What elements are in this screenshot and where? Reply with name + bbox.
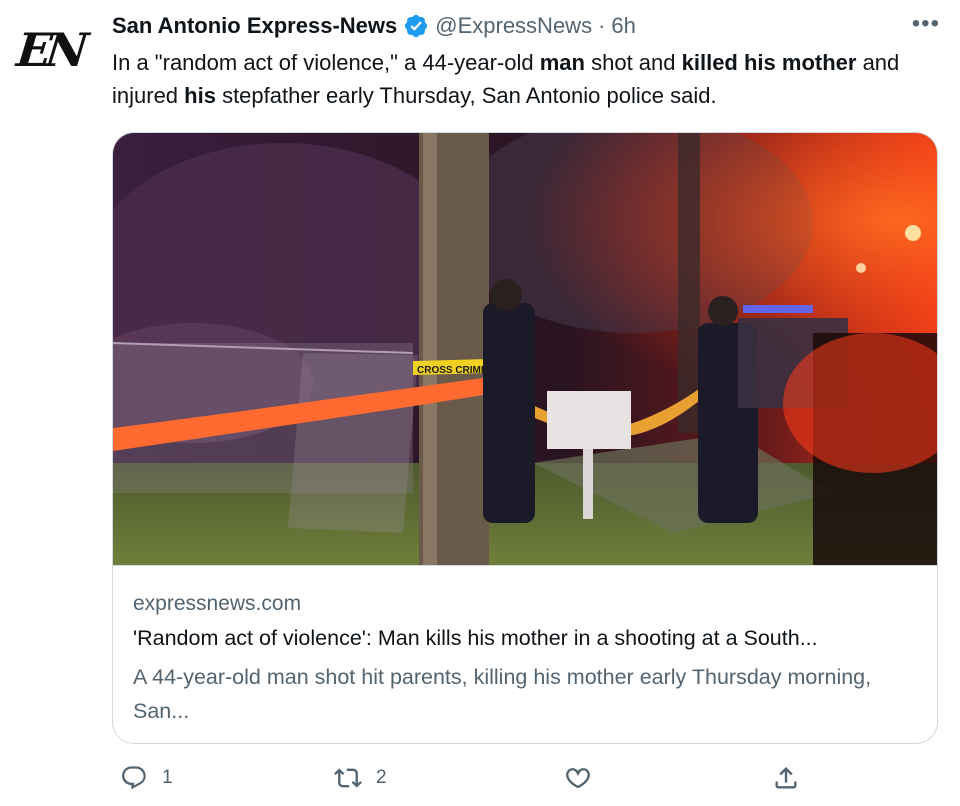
tweet-text-segment: stepfather early Thursday, San Antonio p… [215,83,717,108]
retweet-icon [334,768,362,788]
tweet-text-highlight: man [539,50,585,75]
verified-badge-icon [405,14,428,38]
author-name[interactable]: San Antonio Express-News [112,13,397,39]
share-icon [775,767,797,789]
separator-dot: · [598,13,606,38]
author-avatar[interactable]: EN [14,14,86,86]
tweet-header: San Antonio Express-News @ExpressNews · … [112,10,940,42]
tweet-actions: 1 2 [112,756,812,800]
reply-count: 1 [162,767,173,788]
tweet-text-segment: shot and [584,50,682,75]
tweet-text: In a "random act of violence," a 44-year… [112,46,942,112]
more-horizontal-icon[interactable]: ••• [912,10,940,38]
tweet-text-highlight: his [184,83,216,108]
avatar-logo: EN [14,23,86,77]
card-description: A 44-year-old man shot hit parents, kill… [133,665,872,723]
card-image: CROSS CRIME [113,133,937,565]
share-button[interactable] [772,756,800,800]
retweet-button[interactable]: 2 [334,756,387,800]
tweet-time[interactable]: 6h [611,13,635,39]
retweet-count: 2 [376,767,387,788]
card-body: expressnews.com 'Random act of violence'… [113,565,937,743]
tweet-text-segment: In a "random act of violence," a 44-year… [112,50,540,75]
card-title: 'Random act of violence': Man kills his … [133,626,818,650]
author-handle[interactable]: @ExpressNews [435,13,592,39]
reply-icon [122,766,146,790]
like-icon [566,768,590,789]
card-domain: expressnews.com [133,592,302,615]
tweet-text-highlight: killed his mother [681,50,857,75]
like-button[interactable] [564,756,592,800]
link-card[interactable]: CROSS CRIME expressnews.com 'Random act … [112,132,938,744]
reply-button[interactable]: 1 [120,756,173,800]
crime-tape-text: CROSS CRIME [417,365,488,376]
